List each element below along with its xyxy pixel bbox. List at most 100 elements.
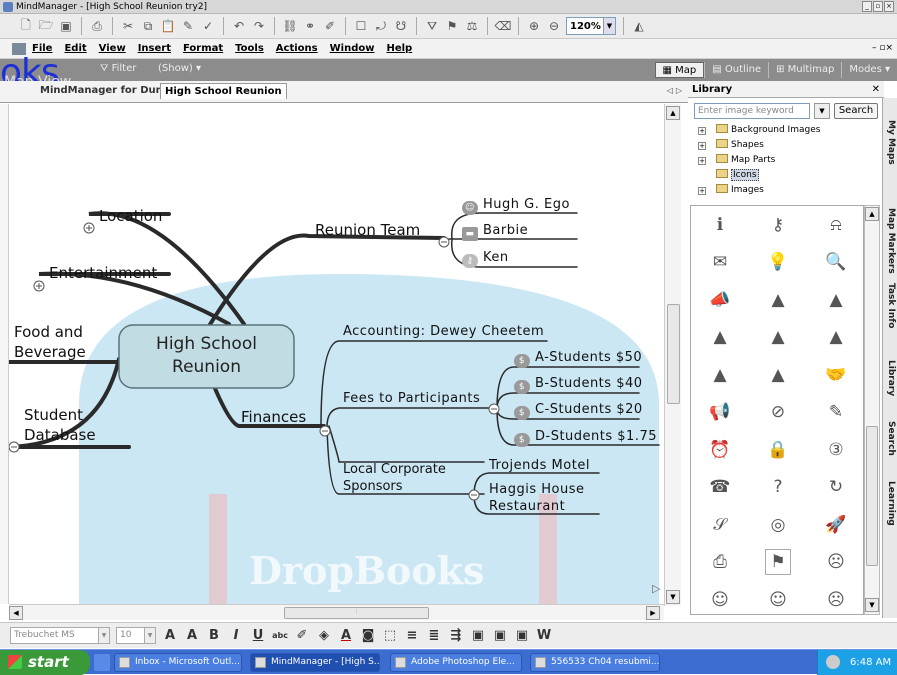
topic-reunion-team[interactable]: Reunion Team xyxy=(315,221,420,239)
triangle-icon[interactable]: ▲ xyxy=(765,324,791,350)
topic-finances[interactable]: Finances xyxy=(241,408,306,426)
sponsor-haggis[interactable]: Haggis House Restaurant xyxy=(489,481,585,515)
fee-d[interactable]: $ D-Students $1.75 xyxy=(514,429,657,447)
underline-icon[interactable]: U xyxy=(250,628,266,643)
library-scrollbar[interactable]: ▲ ▼ xyxy=(864,205,880,615)
topic-entertainment[interactable]: Entertainment xyxy=(49,264,157,282)
attachment-icon[interactable]: ⚭ xyxy=(302,18,318,34)
tab-learning[interactable]: Learning xyxy=(883,481,897,526)
tab-outline[interactable]: ▤ Outline xyxy=(704,62,768,78)
tab-modes[interactable]: Modes ▾ xyxy=(841,62,897,78)
new-icon[interactable]: 🗋 xyxy=(18,18,34,34)
italic-icon[interactable]: I xyxy=(228,628,244,643)
megaphone-icon[interactable]: 📣 xyxy=(707,287,733,313)
triangle-icon[interactable]: ▲ xyxy=(707,362,733,388)
image-icon[interactable]: ▣ xyxy=(492,628,508,643)
scroll-up-arrow[interactable]: ▲ xyxy=(666,106,680,120)
lock-icon[interactable]: 🔒 xyxy=(765,437,791,463)
menu-window[interactable]: Window xyxy=(330,43,375,54)
start-button[interactable]: start xyxy=(0,650,90,675)
tab-search[interactable]: Search xyxy=(883,421,897,456)
telephone-icon[interactable]: ☎ xyxy=(707,474,733,500)
smiley-face-icon[interactable]: ☺ xyxy=(707,587,733,613)
format-painter-icon[interactable]: ✎ xyxy=(180,18,196,34)
topic-food-beverage[interactable]: Food and Beverage xyxy=(14,322,86,362)
expand-icon[interactable]: + xyxy=(698,142,706,150)
triangle-icon[interactable]: ▲ xyxy=(823,287,849,313)
tray-icon[interactable] xyxy=(826,655,840,669)
close-button[interactable]: × xyxy=(884,1,894,12)
expand-icon[interactable]: + xyxy=(698,187,706,195)
line-color-icon[interactable]: ✐ xyxy=(294,628,310,643)
zoom-select[interactable]: 120% ▼ xyxy=(566,17,616,35)
magnifier-icon[interactable]: 🔍 xyxy=(823,249,849,275)
hyperlink-icon[interactable]: ⛓ xyxy=(282,18,298,34)
canvas-horizontal-scrollbar[interactable]: ◀ ⫶ ▶ xyxy=(9,604,664,620)
handshake-icon[interactable]: 🤝 xyxy=(823,362,849,388)
tab-high-school-reunion[interactable]: High School Reunion xyxy=(160,83,287,99)
bucket-icon[interactable]: ◭ xyxy=(631,18,647,34)
lightbulb-icon[interactable]: 💡 xyxy=(765,249,791,275)
word-icon[interactable]: W xyxy=(536,628,552,643)
balance-icon[interactable]: ⚖ xyxy=(464,18,480,34)
cut-icon[interactable]: ✂ xyxy=(120,18,136,34)
tree-item-icons[interactable]: Icons xyxy=(694,168,880,183)
envelope-icon[interactable]: ✉ xyxy=(707,249,733,275)
scroll-icon[interactable]: 𝒮 xyxy=(707,512,733,538)
chevron-down-icon[interactable]: ▼ xyxy=(144,628,155,643)
close-icon[interactable]: ✕ xyxy=(872,81,880,98)
triangle-icon[interactable]: ▲ xyxy=(823,324,849,350)
menu-help[interactable]: Help xyxy=(386,43,412,54)
show-dropdown[interactable]: (Show) ▾ xyxy=(158,63,201,74)
open-icon[interactable]: 🗁 xyxy=(38,18,54,34)
map-canvas[interactable]: DropBooks High School Reunion Location E… xyxy=(9,104,664,604)
font-select[interactable]: Trebuchet MS ▼ xyxy=(10,627,110,644)
menu-edit[interactable]: Edit xyxy=(64,43,86,54)
triangle-icon[interactable]: ▲ xyxy=(765,287,791,313)
tree-item-background-images[interactable]: + Background Images xyxy=(694,123,880,138)
chevron-down-icon[interactable]: ▼ xyxy=(603,18,615,34)
play-arrow-icon[interactable]: ▷ xyxy=(652,582,660,595)
menu-tools[interactable]: Tools xyxy=(235,43,264,54)
bell-icon[interactable]: ⍾ xyxy=(823,212,849,238)
scroll-down-arrow[interactable]: ▼ xyxy=(666,590,680,604)
task-photoshop[interactable]: Adobe Photoshop Ele... xyxy=(390,653,522,672)
relationship-icon[interactable]: ⤾ xyxy=(373,18,389,34)
member-hugh[interactable]: ☺ Hugh G. Ego xyxy=(462,197,570,215)
save-icon[interactable]: ▣ xyxy=(58,18,74,34)
signpost-icon[interactable]: ⚑ xyxy=(765,549,791,576)
rocket-icon[interactable]: 🚀 xyxy=(823,512,849,538)
fee-a[interactable]: $ A-Students $50 xyxy=(514,350,642,368)
central-topic[interactable]: High School Reunion xyxy=(119,333,294,379)
scroll-thumb[interactable] xyxy=(667,304,680,404)
tab-map[interactable]: ▦ Map xyxy=(654,62,705,78)
question-icon[interactable]: ? xyxy=(765,474,791,500)
number-three-icon[interactable]: ③ xyxy=(823,437,849,463)
undo-icon[interactable]: ↶ xyxy=(231,18,247,34)
neutral-face-icon[interactable]: ☺ xyxy=(765,587,791,613)
subtopic-fees[interactable]: Fees to Participants xyxy=(343,391,480,406)
mdi-window-controls[interactable]: – ▫× xyxy=(872,43,893,53)
align-icon[interactable]: ≡ xyxy=(404,628,420,643)
restore-button[interactable]: ▫ xyxy=(873,1,883,12)
scroll-up-arrow[interactable]: ▲ xyxy=(865,207,879,221)
print-icon[interactable]: ⎙ xyxy=(89,18,105,34)
boundary-icon[interactable]: ☐ xyxy=(353,18,369,34)
image-icon[interactable]: ▣ xyxy=(514,628,530,643)
sad-face-icon[interactable]: ☹ xyxy=(823,549,849,575)
menu-insert[interactable]: Insert xyxy=(138,43,171,54)
zoom-in-icon[interactable]: ⊕ xyxy=(526,18,542,34)
tree-item-images[interactable]: + Images xyxy=(694,183,880,198)
align-icon[interactable]: ≣ xyxy=(426,628,442,643)
scroll-right-arrow[interactable]: ▶ xyxy=(646,606,660,620)
strikethrough-icon[interactable]: abc xyxy=(272,631,288,640)
alarm-clock-icon[interactable]: ⏰ xyxy=(707,437,733,463)
scroll-down-arrow[interactable]: ▼ xyxy=(865,598,879,612)
font-size-select[interactable]: 10 ▼ xyxy=(116,627,156,644)
menu-format[interactable]: Format xyxy=(183,43,223,54)
frown-face-icon[interactable]: ☹ xyxy=(823,587,849,613)
layout-icon[interactable]: ⇶ xyxy=(448,628,464,643)
notepad-icon[interactable]: ✎ xyxy=(823,399,849,425)
info-icon[interactable]: ℹ xyxy=(707,212,733,238)
image-icon[interactable]: ▣ xyxy=(470,628,486,643)
